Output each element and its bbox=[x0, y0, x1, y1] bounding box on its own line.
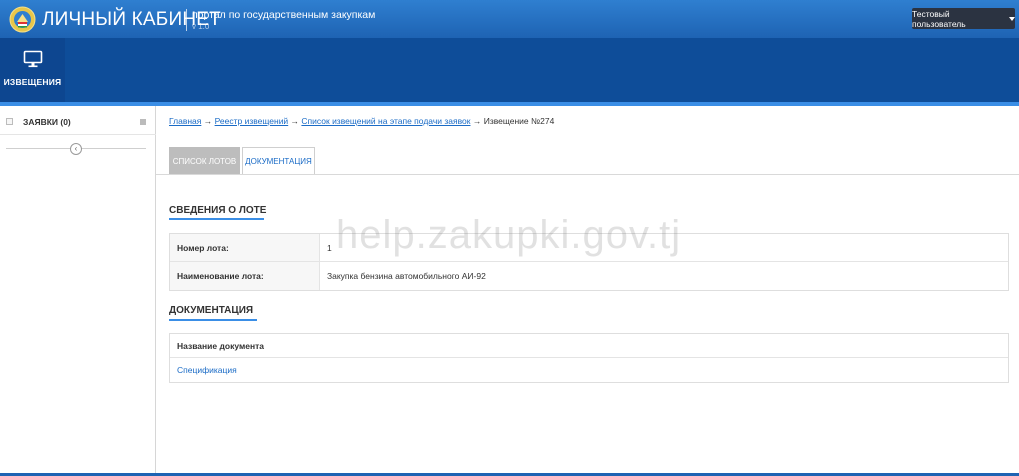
chevron-left-icon: ‹ bbox=[74, 144, 78, 153]
lot-section-underline bbox=[169, 218, 264, 220]
nav-band: ИЗВЕЩЕНИЯ bbox=[0, 38, 1019, 102]
breadcrumb-separator: → bbox=[470, 116, 484, 126]
lot-name-value: Закупка бензина автомобильного АИ-92 bbox=[327, 271, 486, 281]
watermark: help.zakupki.gov.tj bbox=[336, 213, 682, 257]
sidebar: ЗАЯВКИ (0) ‹ bbox=[0, 106, 156, 476]
breadcrumb: Главная → Реестр извещений → Список изве… bbox=[169, 116, 554, 126]
breadcrumb-list[interactable]: Список извещений на этапе подачи заявок bbox=[301, 116, 470, 126]
documents-table: Название документа Спецификация bbox=[169, 333, 1009, 383]
breadcrumb-separator: → bbox=[288, 116, 302, 126]
breadcrumb-registry[interactable]: Реестр извещений bbox=[215, 116, 289, 126]
caret-down-icon bbox=[1009, 16, 1015, 21]
sidebar-title: ЗАЯВКИ (0) bbox=[23, 117, 71, 127]
table-row: Спецификация bbox=[170, 358, 1008, 382]
docs-section-underline bbox=[169, 319, 257, 321]
lot-section-title: СВЕДЕНИЯ О ЛОТЕ bbox=[169, 205, 267, 216]
lot-number-label: Номер лота: bbox=[170, 234, 320, 261]
main-content: Главная → Реестр извещений → Список изве… bbox=[156, 106, 1019, 476]
sidebar-header: ЗАЯВКИ (0) bbox=[0, 106, 156, 135]
user-menu-label: Тестовый пользователь bbox=[912, 8, 966, 29]
brand-divider bbox=[186, 9, 187, 31]
docs-section-title: ДОКУМЕНТАЦИЯ bbox=[169, 305, 254, 316]
collapse-sidebar-button[interactable]: ‹ bbox=[70, 143, 82, 155]
breadcrumb-current: Извещение №274 bbox=[483, 116, 555, 126]
document-link-specification[interactable]: Спецификация bbox=[177, 365, 237, 375]
emblem-icon bbox=[9, 6, 36, 33]
breadcrumb-separator: → bbox=[201, 116, 215, 126]
lot-name-label: Наименование лота: bbox=[170, 262, 320, 290]
tab-lots[interactable]: СПИСОК ЛОТОВ bbox=[169, 147, 240, 175]
nav-item-notices[interactable]: ИЗВЕЩЕНИЯ bbox=[0, 38, 65, 102]
monitor-icon bbox=[23, 50, 42, 68]
breadcrumb-home[interactable]: Главная bbox=[169, 116, 201, 126]
documents-column-header: Название документа bbox=[170, 334, 1008, 358]
nav-item-label: ИЗВЕЩЕНИЯ bbox=[3, 77, 62, 87]
top-header: ЛИЧНЫЙ КАБИНЕТ портал по государственным… bbox=[0, 0, 1019, 38]
menu-icon[interactable] bbox=[140, 119, 146, 125]
version-label: v 1.0 bbox=[192, 22, 210, 31]
tab-documentation[interactable]: ДОКУМЕНТАЦИЯ bbox=[242, 147, 315, 175]
select-all-checkbox[interactable] bbox=[6, 118, 13, 125]
portal-subtitle: портал по государственным закупкам bbox=[192, 9, 376, 21]
user-menu-button[interactable]: Тестовый пользователь bbox=[912, 8, 1015, 29]
table-row: Наименование лота: Закупка бензина автом… bbox=[170, 262, 1008, 290]
tabs-divider bbox=[156, 174, 1019, 175]
